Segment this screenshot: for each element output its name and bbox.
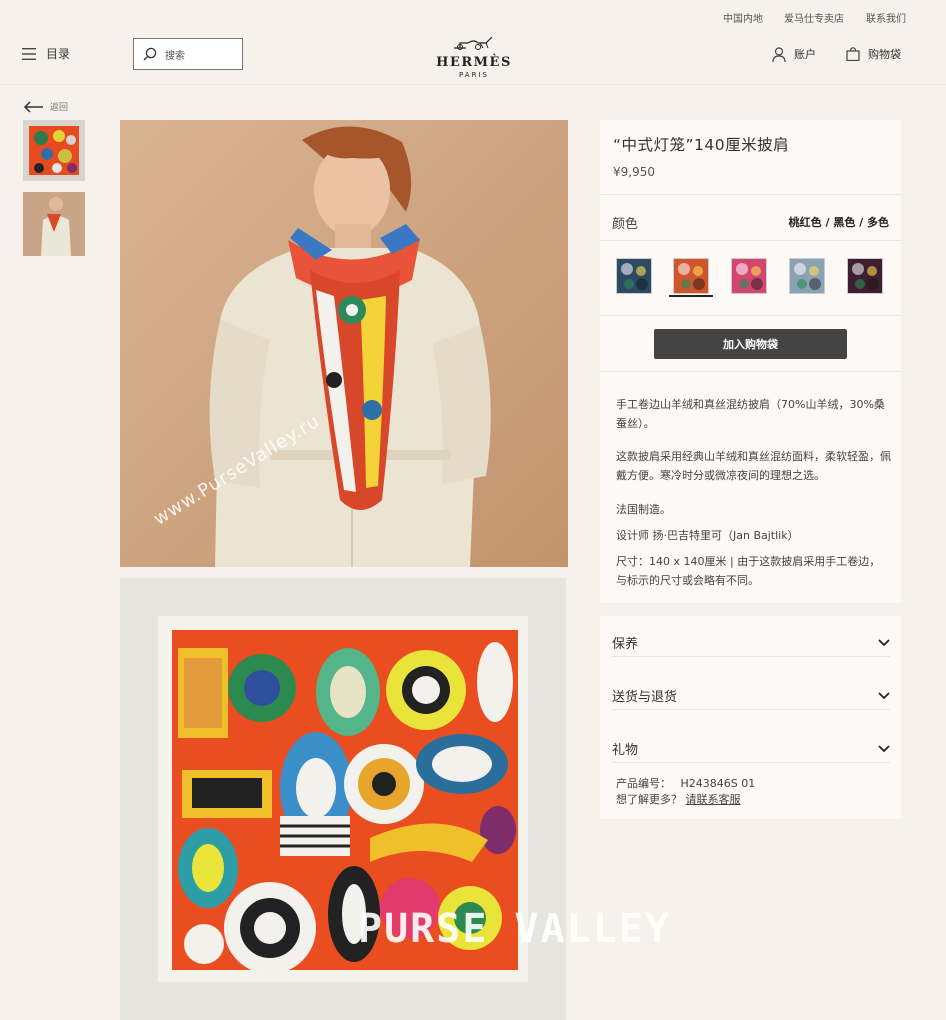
chevron-down-icon xyxy=(878,744,890,752)
color-label: 颜色 xyxy=(612,217,639,232)
account-button[interactable]: 账户 xyxy=(772,46,816,62)
color-swatch[interactable] xyxy=(847,258,883,294)
product-ref-value: H243846S 01 xyxy=(680,777,756,790)
chevron-down-icon xyxy=(878,638,890,646)
product-price: ¥9,950 xyxy=(613,165,655,179)
user-icon xyxy=(772,46,786,62)
scarf-pattern-illustration xyxy=(120,578,566,1020)
product-reference: 产品编号： H243846S 01 xyxy=(616,775,755,791)
dimensions-text: 尺寸：140 x 140厘米 | 由于这款披肩采用手工卷边，与标示的尺寸或会略有… xyxy=(616,555,881,587)
selected-color-name: 桃红色 / 黑色 / 多色 xyxy=(788,216,889,229)
cart-button[interactable]: 购物袋 xyxy=(846,46,901,62)
arrow-left-icon xyxy=(23,100,43,113)
divider xyxy=(612,656,890,657)
accordion-gift[interactable]: 礼物 xyxy=(612,739,890,758)
model-thumbnail-image xyxy=(23,192,85,256)
selected-swatch-indicator xyxy=(669,295,713,297)
description-paragraph: 这款披肩采用经典山羊绒和真丝混纺面料，柔软轻盈，佩戴方便。寒冷时分或微凉夜间的理… xyxy=(616,450,891,482)
care-label: 保养 xyxy=(612,637,639,652)
divider xyxy=(600,371,901,372)
swatch-pattern-image xyxy=(678,263,705,290)
swatch-pattern-image xyxy=(736,263,763,290)
contact-question: 想了解更多？ xyxy=(616,793,682,806)
designer-text: 设计师 扬·巴吉特里可（Jan Bajtlik） xyxy=(616,529,799,542)
thumbnail-scarf[interactable] xyxy=(23,120,85,181)
back-label: 返回 xyxy=(50,103,69,113)
store-link[interactable]: 爱马仕专卖店 xyxy=(784,10,844,25)
scarf-thumbnail-image xyxy=(29,126,79,175)
watermark-scarf: PURSE VALLEY xyxy=(358,906,671,952)
divider xyxy=(600,194,901,195)
search-icon xyxy=(143,47,157,61)
account-label: 账户 xyxy=(794,48,816,61)
search-input[interactable]: 搜索 xyxy=(133,38,243,70)
region-link[interactable]: 中国内地 xyxy=(723,10,763,25)
delivery-label: 送货与退货 xyxy=(612,690,678,705)
product-ref-label: 产品编号： xyxy=(616,777,671,790)
accordion-delivery[interactable]: 送货与退货 xyxy=(612,686,890,705)
divider xyxy=(612,762,890,763)
chevron-down-icon xyxy=(878,691,890,699)
search-placeholder: 搜索 xyxy=(165,50,185,62)
color-swatch[interactable] xyxy=(731,258,767,294)
contact-prompt: 想了解更多？ 请联系客服 xyxy=(616,791,741,807)
divider xyxy=(600,315,901,316)
header-divider xyxy=(0,84,946,85)
swatch-pattern-image xyxy=(621,263,648,290)
made-in-text: 法国制造。 xyxy=(616,503,671,516)
cart-label: 购物袋 xyxy=(868,48,901,61)
back-link[interactable]: 返回 xyxy=(23,100,68,113)
contact-link[interactable]: 联系我们 xyxy=(866,10,906,25)
thumbnail-model[interactable] xyxy=(23,192,85,256)
product-photo-scarf xyxy=(120,578,566,1020)
product-title: “中式灯笼”140厘米披肩 xyxy=(613,136,790,154)
swatch-pattern-image xyxy=(852,263,879,290)
hermes-logo[interactable]: HERMÈS PARIS xyxy=(436,34,512,79)
shopping-bag-icon xyxy=(846,47,860,61)
color-swatch[interactable] xyxy=(616,258,652,294)
logo-brand-text: HERMÈS xyxy=(436,55,512,70)
swatch-pattern-image xyxy=(794,263,821,290)
menu-label: 目录 xyxy=(46,47,71,61)
logo-city-text: PARIS xyxy=(459,71,489,79)
contact-service-link[interactable]: 请联系客服 xyxy=(686,793,741,806)
color-swatch[interactable] xyxy=(789,258,825,294)
carriage-logo-icon xyxy=(454,36,493,50)
description-paragraph: 手工卷边山羊绒和真丝混纺披肩（70%山羊绒，30%桑蚕丝）。 xyxy=(616,398,885,430)
divider xyxy=(612,709,890,710)
color-swatch[interactable] xyxy=(673,258,709,294)
menu-button[interactable]: 目录 xyxy=(22,45,70,62)
gift-label: 礼物 xyxy=(612,743,639,758)
accordion-care[interactable]: 保养 xyxy=(612,633,890,652)
add-to-cart-button[interactable]: 加入购物袋 xyxy=(654,329,847,359)
hamburger-icon xyxy=(22,47,36,60)
divider xyxy=(600,240,901,241)
